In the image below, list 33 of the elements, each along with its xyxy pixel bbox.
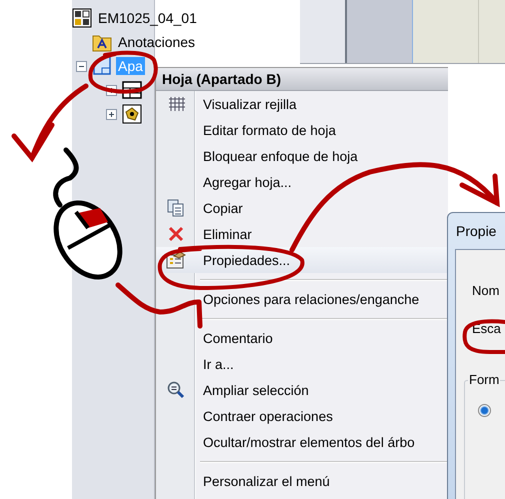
grid-icon	[167, 95, 185, 113]
menu-item[interactable]: Comentario	[156, 325, 448, 351]
menu-item[interactable]: Ocultar/mostrar elementos del árbo	[156, 429, 448, 455]
menu-item[interactable]: Propiedades...	[156, 247, 448, 273]
zoom-icon	[167, 381, 185, 399]
dialog-title: Propie	[455, 222, 498, 241]
menu-item[interactable]: Ir a...	[156, 351, 448, 377]
field-label: Nom	[472, 283, 500, 298]
menu-item[interactable]: Ampliar selección	[156, 377, 448, 403]
delete-icon	[167, 225, 185, 243]
menu-item[interactable]: Contraer operaciones	[156, 403, 448, 429]
ellipse-annotation	[88, 50, 158, 94]
menu-item[interactable]: Agregar hoja...	[156, 169, 448, 195]
expand-toggle[interactable]	[106, 108, 117, 120]
ellipse-annotation	[462, 319, 505, 354]
menu-item[interactable]: Eliminar	[156, 221, 448, 247]
tree-item[interactable]: EM1025_04_01	[96, 9, 199, 27]
menu-item[interactable]: Opciones para relaciones/enganche	[156, 286, 448, 312]
radio-button[interactable]	[478, 404, 491, 417]
menu-item[interactable]: Copiar	[156, 195, 448, 221]
panel-background	[300, 0, 347, 63]
menu-item[interactable]: Visualizar rejilla	[156, 91, 448, 117]
menu-item[interactable]: Bloquear enfoque de hoja	[156, 143, 448, 169]
drawing-icon	[72, 8, 92, 28]
copy-icon	[167, 199, 185, 217]
properties-icon	[166, 251, 186, 269]
group-title: Form	[468, 372, 500, 387]
tree-item[interactable]: Anotaciones	[116, 33, 198, 51]
view-icon	[122, 104, 142, 124]
menu-item[interactable]: Editar formato de hoja	[156, 117, 448, 143]
menu-item[interactable]: Personalizar el menú	[156, 468, 448, 494]
menu-title: Hoja (Apartado B)	[156, 68, 448, 91]
collapse-toggle[interactable]	[76, 60, 87, 72]
